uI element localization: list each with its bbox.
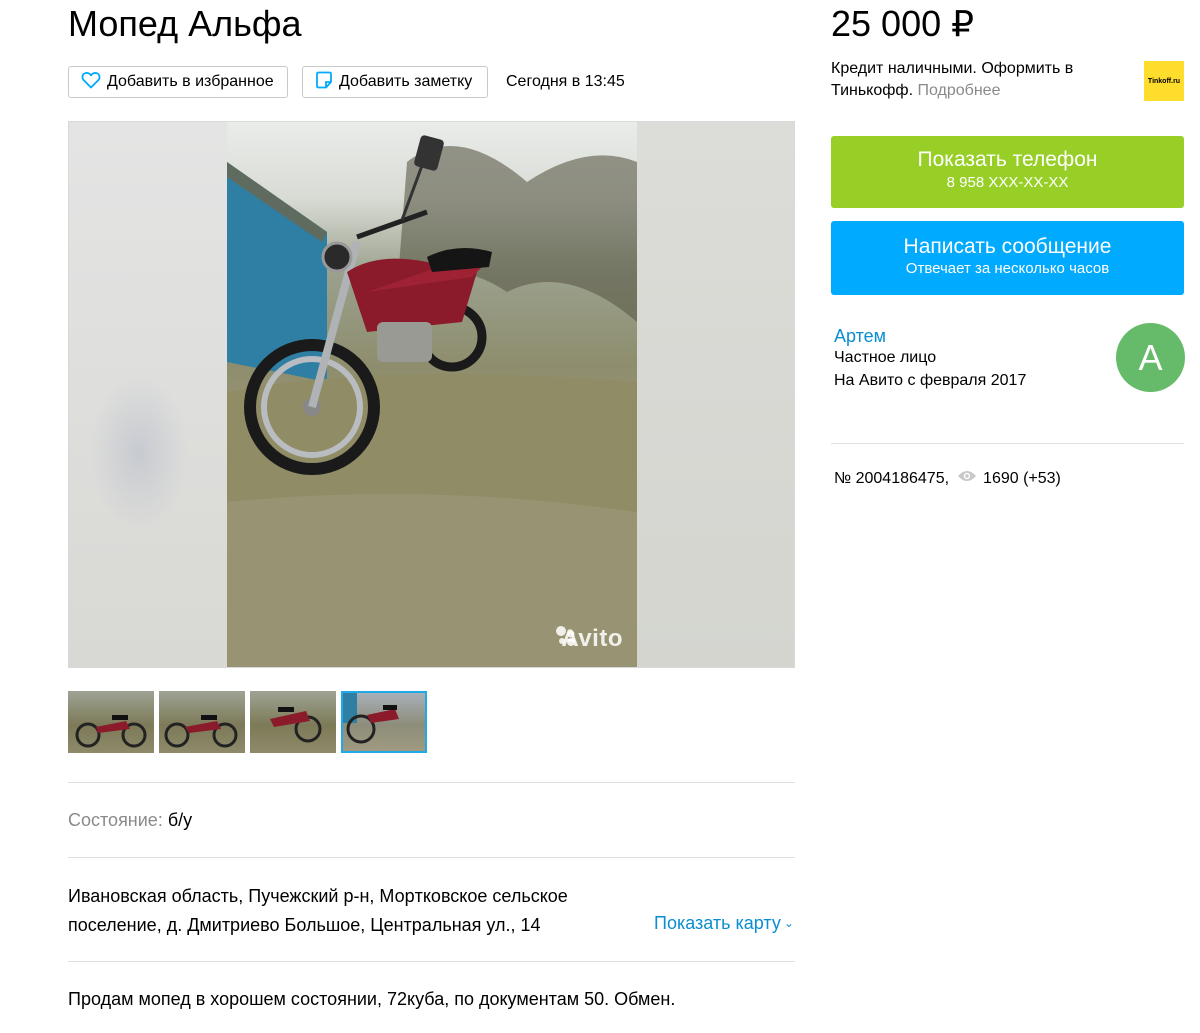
main-photo[interactable]: Avito xyxy=(227,122,637,667)
page-title: Мопед Альфа xyxy=(68,3,302,44)
show-phone-label: Показать телефон xyxy=(917,148,1098,171)
avito-watermark: Avito xyxy=(555,625,623,653)
masked-phone: 8 958 XXX-XX-XX xyxy=(946,174,1069,191)
address-line-2: поселение, д. Дмитриево Большое, Централ… xyxy=(68,915,541,935)
section-divider xyxy=(68,857,795,858)
listing-toolbar: Добавить в избранное Добавить заметку Се… xyxy=(68,65,625,99)
tinkoff-logo-text: Tinkoff.ru xyxy=(1147,77,1181,85)
gallery-blur-right xyxy=(636,122,794,667)
heart-icon xyxy=(81,71,107,94)
seller-type: Частное лицо xyxy=(834,349,937,366)
gallery-blur-left xyxy=(69,122,227,667)
add-note-label: Добавить заметку xyxy=(339,73,473,90)
section-divider xyxy=(68,961,795,962)
section-divider xyxy=(68,782,795,783)
seller-name-link[interactable]: Артем xyxy=(834,324,886,348)
thumbnail-4[interactable] xyxy=(341,691,427,753)
section-divider xyxy=(831,443,1184,444)
price: 25 000 ₽ xyxy=(831,3,975,44)
view-count: 1690 (+53) xyxy=(983,470,1061,487)
show-phone-button[interactable]: Показать телефон 8 958 XXX-XX-XX xyxy=(831,136,1184,208)
eye-icon xyxy=(949,468,983,490)
response-time: Отвечает за несколько часов xyxy=(905,260,1110,277)
published-time: Сегодня в 13:45 xyxy=(506,73,625,90)
item-description: Продам мопед в хорошем состоянии, 72куба… xyxy=(68,989,676,1009)
address: Ивановская область, Пучежский р-н, Моpтк… xyxy=(68,882,628,940)
address-line-1: Ивановская область, Пучежский р-н, Моpтк… xyxy=(68,886,568,906)
condition-label: Состояние: xyxy=(68,810,163,830)
listing-meta: № 2004186475, 1690 (+53) xyxy=(834,468,1061,490)
credit-more-link[interactable]: Подробнее xyxy=(917,82,1000,99)
add-to-favorites-label: Добавить в избранное xyxy=(107,73,274,90)
write-message-button[interactable]: Написать сообщение Отвечает за несколько… xyxy=(831,221,1184,295)
condition-row: Состояние: б/у xyxy=(68,809,192,831)
credit-ad[interactable]: Кредит наличными. Оформить в Тинькофф. П… xyxy=(831,58,1121,102)
thumbnail-2[interactable] xyxy=(159,691,245,753)
avatar[interactable]: А xyxy=(1116,323,1185,392)
chevron-down-icon: ⌄ xyxy=(783,916,794,930)
show-map-label: Показать карту xyxy=(654,913,781,933)
write-message-label: Написать сообщение xyxy=(903,235,1112,258)
listing-number: № 2004186475, xyxy=(834,470,950,487)
show-map-link[interactable]: Показать карту ⌄ xyxy=(654,911,794,935)
photo-gallery[interactable]: Avito xyxy=(68,121,795,668)
note-icon xyxy=(315,71,339,94)
condition-value: б/у xyxy=(167,810,193,830)
add-to-favorites-button[interactable]: Добавить в избранное xyxy=(68,66,288,98)
thumbnail-3[interactable] xyxy=(250,691,336,753)
tinkoff-logo[interactable]: Tinkoff.ru xyxy=(1144,61,1184,101)
add-note-button[interactable]: Добавить заметку xyxy=(302,66,488,98)
avatar-letter: А xyxy=(1138,336,1163,378)
thumbnail-1[interactable] xyxy=(68,691,154,753)
seller-since: На Авито с февраля 2017 xyxy=(834,372,1027,389)
moped-illustration xyxy=(227,135,637,667)
thumbnail-strip xyxy=(68,691,432,753)
